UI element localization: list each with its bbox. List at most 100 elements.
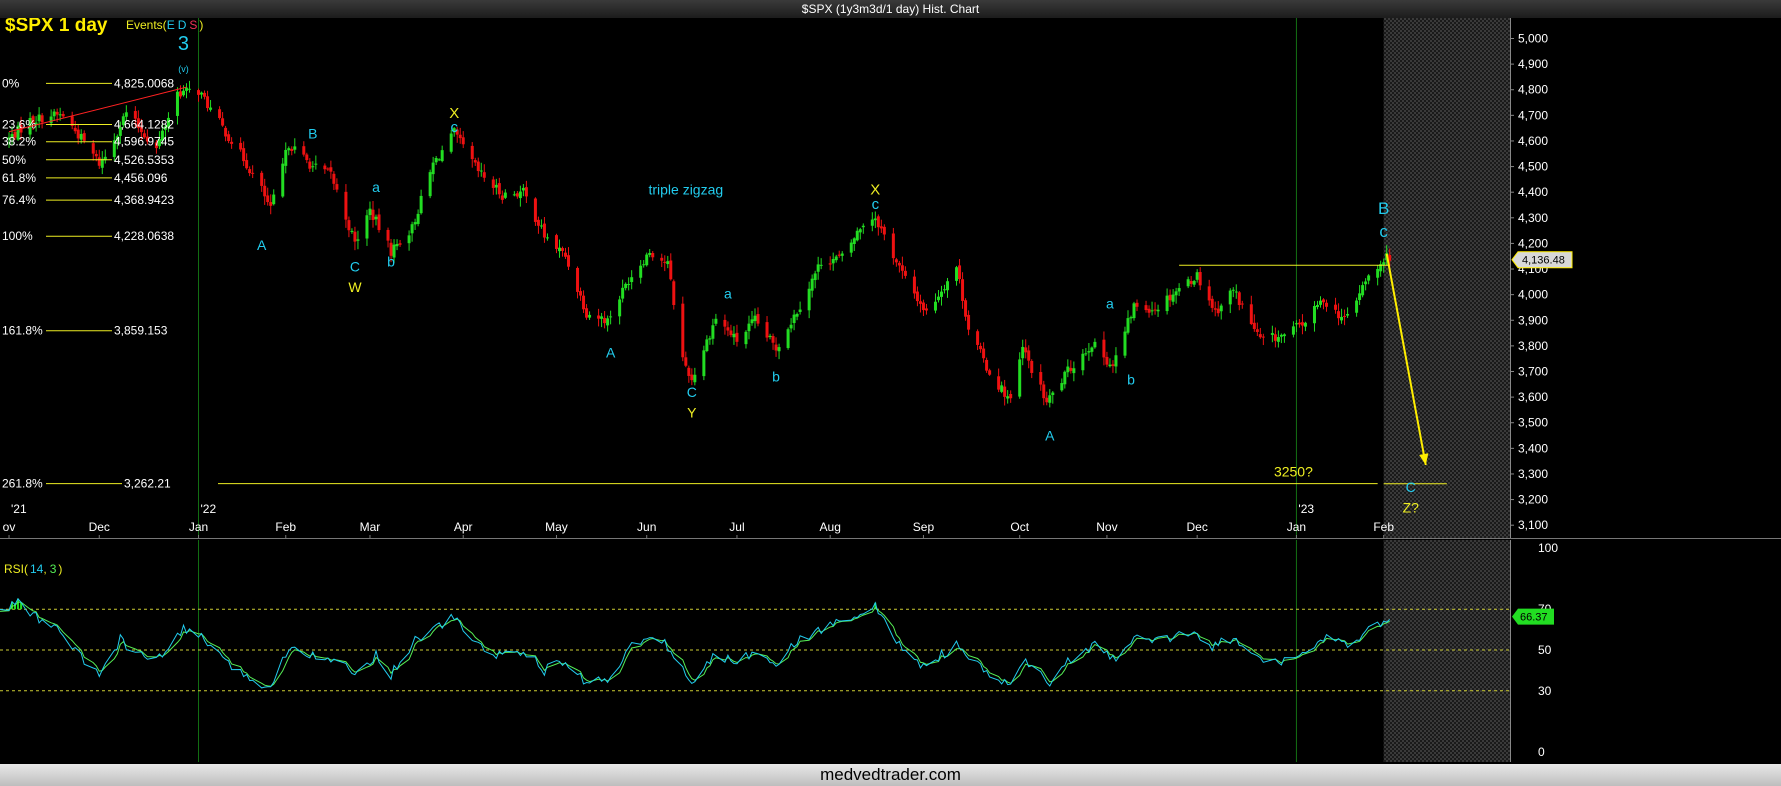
candle-body [795, 313, 799, 317]
candle-body [939, 291, 943, 297]
candle-body [834, 256, 838, 261]
candle-body [660, 257, 664, 261]
chart-area[interactable]: 5,000 4,900 4,800 4,700 4,600 4,500 4,400 4,300… [0, 18, 1781, 764]
price-tick-label: 4,400 [1518, 185, 1548, 199]
wave-label: 3250? [1274, 464, 1313, 480]
candle-body [203, 92, 207, 97]
candle-body [1087, 351, 1091, 353]
candle-body [91, 143, 95, 154]
rsi-panel: 100705030066.37 [0, 540, 1781, 762]
date-tick-label: May [545, 520, 568, 534]
candle-body [600, 316, 604, 319]
candle-body [293, 146, 297, 150]
candle-body [852, 238, 856, 244]
wave-label: W [348, 279, 362, 295]
candle-body [684, 357, 688, 366]
candle-body [197, 90, 201, 95]
candle-body [1318, 300, 1322, 305]
date-tick-label: Mar [360, 520, 381, 534]
date-tick-label: Jul [729, 520, 744, 534]
candle-body [395, 244, 399, 247]
candle-body [1009, 393, 1013, 399]
candle-body [786, 329, 790, 348]
candle-body [915, 291, 919, 302]
candle-body [900, 265, 904, 271]
candle-body [37, 114, 41, 122]
candle-body [1177, 288, 1181, 292]
year-label: '22 [201, 502, 217, 516]
candle-body [1063, 371, 1067, 385]
candle-body [1322, 299, 1326, 303]
candle-body [955, 267, 959, 281]
candle-body [1069, 367, 1073, 371]
fib-percent-label: 50% [2, 153, 26, 167]
candle-body [849, 242, 853, 253]
candle-body [458, 134, 462, 139]
candle-body [768, 335, 772, 337]
wave-label: A [257, 237, 267, 253]
candle-body [539, 225, 543, 227]
wave-label: C [350, 259, 360, 275]
wave-label: a [724, 285, 732, 301]
year-label: '23 [1298, 502, 1314, 516]
candle-body [308, 161, 312, 169]
candle-body [618, 299, 622, 317]
candle-body [305, 154, 309, 161]
candle [681, 296, 685, 362]
candle-body [470, 145, 474, 160]
candle-body [181, 90, 185, 96]
candle-body [831, 259, 835, 264]
rsi-line [0, 597, 1391, 689]
candle [702, 345, 706, 381]
candle-body [979, 345, 983, 350]
candle-body [557, 247, 561, 252]
fib-value-label: 4,825.0068 [114, 76, 174, 90]
date-tick-label: Dec [1186, 520, 1207, 534]
candle-body [188, 88, 192, 90]
rsi-label[interactable]: RSI(14, 3) [4, 562, 62, 576]
candle-body [894, 259, 898, 263]
candle-body [1150, 310, 1154, 312]
price-tick-label: 4,300 [1518, 211, 1548, 225]
candle-body [774, 344, 778, 351]
candle-body [1171, 294, 1175, 302]
candle-body [58, 114, 62, 116]
candle-body [1132, 303, 1136, 319]
wave-label: A [606, 344, 616, 360]
candle-body [563, 252, 567, 257]
candle-body [1018, 359, 1022, 397]
candle-body [374, 216, 378, 220]
candle-body [269, 202, 273, 206]
candle-body [624, 283, 628, 289]
candle-body [1231, 289, 1235, 291]
candle-body [687, 367, 691, 376]
fib-value-label: 3,262.21 [124, 477, 171, 491]
fib-percent-label: 38.2% [2, 135, 36, 149]
candle-body [1340, 316, 1344, 321]
price-panel: 5,000 4,900 4,800 4,700 4,600 4,500 4,400 4,300… [0, 18, 1781, 539]
candle-body [1334, 304, 1338, 310]
candle-body [272, 194, 276, 205]
candle-body [1337, 311, 1341, 319]
fib-value-label: 4,456.096 [114, 171, 168, 185]
candle-body [314, 163, 318, 165]
price-tick-label: 4,600 [1518, 134, 1548, 148]
price-tick-label: 3,100 [1518, 518, 1548, 532]
candle-body [723, 319, 727, 327]
candle-body [1237, 292, 1241, 306]
candle-body [837, 254, 841, 256]
candle-body [1294, 323, 1298, 325]
candle-body [79, 133, 83, 140]
candle-body [648, 252, 652, 255]
candle-body [756, 314, 760, 324]
candle-body [1114, 355, 1118, 367]
candle-body [323, 165, 327, 170]
candle-body [579, 291, 583, 296]
candle-body [1066, 366, 1070, 373]
rsi-forecast-zone [1383, 540, 1510, 762]
fib-percent-label: 161.8% [2, 324, 43, 338]
fib-percent-label: 76.4% [2, 193, 36, 207]
candle-body [621, 287, 625, 299]
events-label[interactable]: Events(E D S) [126, 18, 203, 32]
candle-body [260, 172, 264, 186]
